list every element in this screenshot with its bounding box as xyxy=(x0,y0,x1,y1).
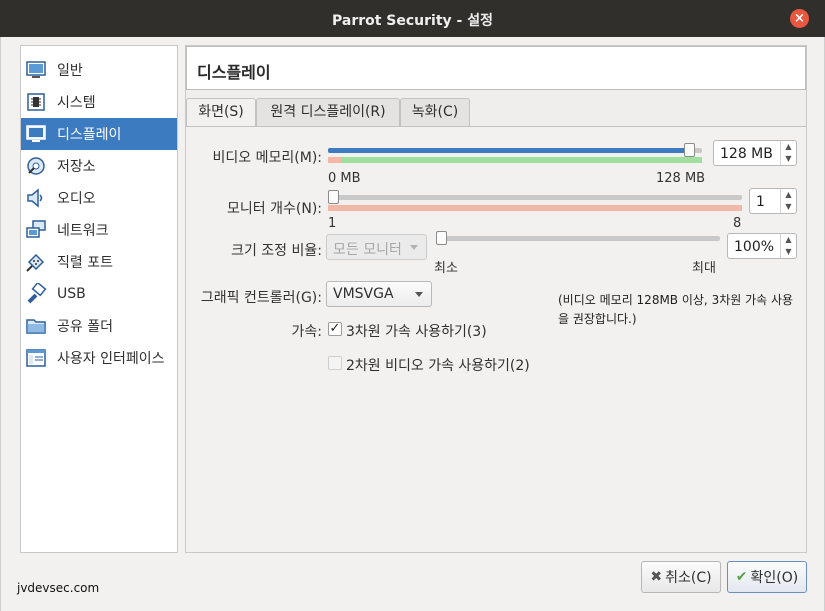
cancel-x-icon: ✖ xyxy=(650,569,663,585)
page-title: 디스플레이 xyxy=(197,63,271,82)
serial-port-icon xyxy=(26,253,45,272)
scale-factor-stepper[interactable]: ▲ ▼ xyxy=(780,234,796,258)
acceleration-label: 가속: xyxy=(291,324,322,340)
up-arrow-icon[interactable]: ▲ xyxy=(781,141,796,153)
accel-3d-label[interactable]: 3차원 가속 사용하기(3) xyxy=(346,321,487,341)
chevron-down-icon xyxy=(415,292,423,297)
page-header: 디스플레이 xyxy=(186,46,806,90)
storage-icon xyxy=(27,157,45,175)
settings-content: 디스플레이 화면(S) 원격 디스플레이(R) 녹화(C) 비디오 메모리(M)… xyxy=(185,45,807,553)
graphics-controller-combo[interactable]: VMSVGA xyxy=(326,281,432,307)
video-memory-slider-fill xyxy=(328,148,689,153)
accel-2d-label[interactable]: 2차원 비디오 가속 사용하기(2) xyxy=(346,355,530,375)
video-memory-recommended-zone xyxy=(342,157,702,163)
scale-factor-slider[interactable] xyxy=(436,231,720,245)
sidebar-item-general[interactable]: 일반 xyxy=(21,54,177,86)
sidebar-item-label: 디스플레이 xyxy=(57,127,122,143)
sidebar-item-audio[interactable]: 오디오 xyxy=(21,182,177,214)
screen-tab-panel: 비디오 메모리(M): 0 MB 128 MB 128 MB ▲ ▼ 모니터 개수… xyxy=(186,126,806,552)
display-icon xyxy=(26,125,46,142)
monitor-count-slider-handle[interactable] xyxy=(328,190,339,204)
sidebar-item-user-interface[interactable]: 사용자 인터페이스 xyxy=(21,342,177,374)
window-title: Parrot Security - 설정 xyxy=(331,13,493,29)
sidebar-item-serial-port[interactable]: 직렬 포트 xyxy=(21,246,177,278)
sidebar-item-label: 네트워크 xyxy=(57,223,109,239)
sidebar-item-label: 직렬 포트 xyxy=(57,255,113,271)
video-memory-stepper[interactable]: ▲ ▼ xyxy=(780,141,796,165)
usb-icon xyxy=(27,283,47,304)
sidebar-item-label: 일반 xyxy=(57,63,83,79)
system-icon xyxy=(27,93,45,111)
down-arrow-icon[interactable]: ▼ xyxy=(781,246,796,258)
scale-factor-slider-handle[interactable] xyxy=(436,231,447,245)
sidebar-item-label: 오디오 xyxy=(57,191,96,207)
graphics-controller-value: VMSVGA xyxy=(333,286,394,302)
up-arrow-icon[interactable]: ▲ xyxy=(781,189,796,201)
ok-check-icon: ✔ xyxy=(735,569,748,585)
sidebar-item-system[interactable]: 시스템 xyxy=(21,86,177,118)
video-memory-max-label: 128 MB xyxy=(656,171,706,186)
monitor-count-label: 모니터 개수(N): xyxy=(227,201,322,217)
cancel-button-label: 취소(C) xyxy=(665,570,712,586)
video-memory-slider[interactable] xyxy=(328,143,702,157)
sidebar-item-network[interactable]: 네트워크 xyxy=(21,214,177,246)
sidebar-item-label: 시스템 xyxy=(57,95,96,111)
close-window-button[interactable]: × xyxy=(790,9,809,28)
tab-recording[interactable]: 녹화(C) xyxy=(400,98,470,126)
video-memory-low-zone xyxy=(328,157,342,163)
scale-factor-value: 100% xyxy=(734,239,775,255)
monitor-count-value: 1 xyxy=(756,194,765,210)
user-interface-icon xyxy=(26,349,46,367)
settings-sidebar: 일반 시스템 디스플레이 저장소 오디오 네트워크 직렬 포트 USB 공유 폴… xyxy=(20,45,178,553)
sidebar-item-shared-folders[interactable]: 공유 폴더 xyxy=(21,310,177,342)
monitor-count-max-label: 8 xyxy=(733,216,742,231)
sidebar-item-label: 사용자 인터페이스 xyxy=(57,351,165,367)
audio-icon xyxy=(27,188,43,208)
scale-monitor-combo: 모든 모니터 xyxy=(326,234,427,260)
sidebar-item-usb[interactable]: USB xyxy=(21,278,177,310)
sidebar-item-label: USB xyxy=(57,286,86,302)
network-icon xyxy=(26,220,46,238)
recommendation-note: (비디오 메모리 128MB 이상, 3차원 가속 사용을 권장합니다.) xyxy=(558,293,794,326)
up-arrow-icon[interactable]: ▲ xyxy=(781,234,796,246)
ok-button[interactable]: ✔ 확인(O) xyxy=(727,561,807,593)
shared-folder-icon xyxy=(26,319,46,334)
video-memory-slider-handle[interactable] xyxy=(684,143,695,157)
general-icon xyxy=(26,61,46,78)
graphics-controller-label: 그래픽 컨트롤러(G): xyxy=(200,290,322,306)
accel-2d-checkbox[interactable] xyxy=(328,356,342,370)
cancel-button[interactable]: ✖ 취소(C) xyxy=(641,561,721,593)
video-memory-spinbox[interactable]: 128 MB ▲ ▼ xyxy=(713,140,797,166)
monitor-count-min-label: 1 xyxy=(328,216,337,231)
monitor-count-slider[interactable] xyxy=(328,190,742,204)
video-memory-label: 비디오 메모리(M): xyxy=(212,150,322,166)
sidebar-item-storage[interactable]: 저장소 xyxy=(21,150,177,182)
down-arrow-icon[interactable]: ▼ xyxy=(781,201,796,213)
monitor-count-zone xyxy=(328,205,742,211)
down-arrow-icon[interactable]: ▼ xyxy=(781,153,796,165)
title-bar: Parrot Security - 설정 × xyxy=(0,0,825,37)
monitor-count-spinbox[interactable]: 1 ▲ ▼ xyxy=(749,188,797,214)
video-memory-min-label: 0 MB xyxy=(328,171,361,186)
scale-monitor-combo-value: 모든 모니터 xyxy=(333,242,402,258)
sidebar-item-label: 저장소 xyxy=(57,159,96,175)
chevron-down-icon xyxy=(410,245,418,250)
accel-3d-checkbox[interactable]: ✓ xyxy=(328,322,342,336)
settings-window: 일반 시스템 디스플레이 저장소 오디오 네트워크 직렬 포트 USB 공유 폴… xyxy=(0,37,825,611)
sidebar-item-display[interactable]: 디스플레이 xyxy=(21,118,177,150)
scale-factor-min-label: 최소 xyxy=(434,261,458,276)
tab-remote-display[interactable]: 원격 디스플레이(R) xyxy=(256,98,400,126)
ok-button-label: 확인(O) xyxy=(750,570,799,586)
sidebar-item-label: 공유 폴더 xyxy=(57,319,113,335)
scale-factor-spinbox[interactable]: 100% ▲ ▼ xyxy=(727,233,797,259)
scale-factor-label: 크기 조정 비율: xyxy=(231,243,322,259)
video-memory-value: 128 MB xyxy=(720,146,773,162)
scale-factor-max-label: 최대 xyxy=(692,261,716,276)
watermark-text: jvdevsec.com xyxy=(17,581,100,595)
tab-screen[interactable]: 화면(S) xyxy=(186,98,256,127)
monitor-count-stepper[interactable]: ▲ ▼ xyxy=(780,189,796,213)
